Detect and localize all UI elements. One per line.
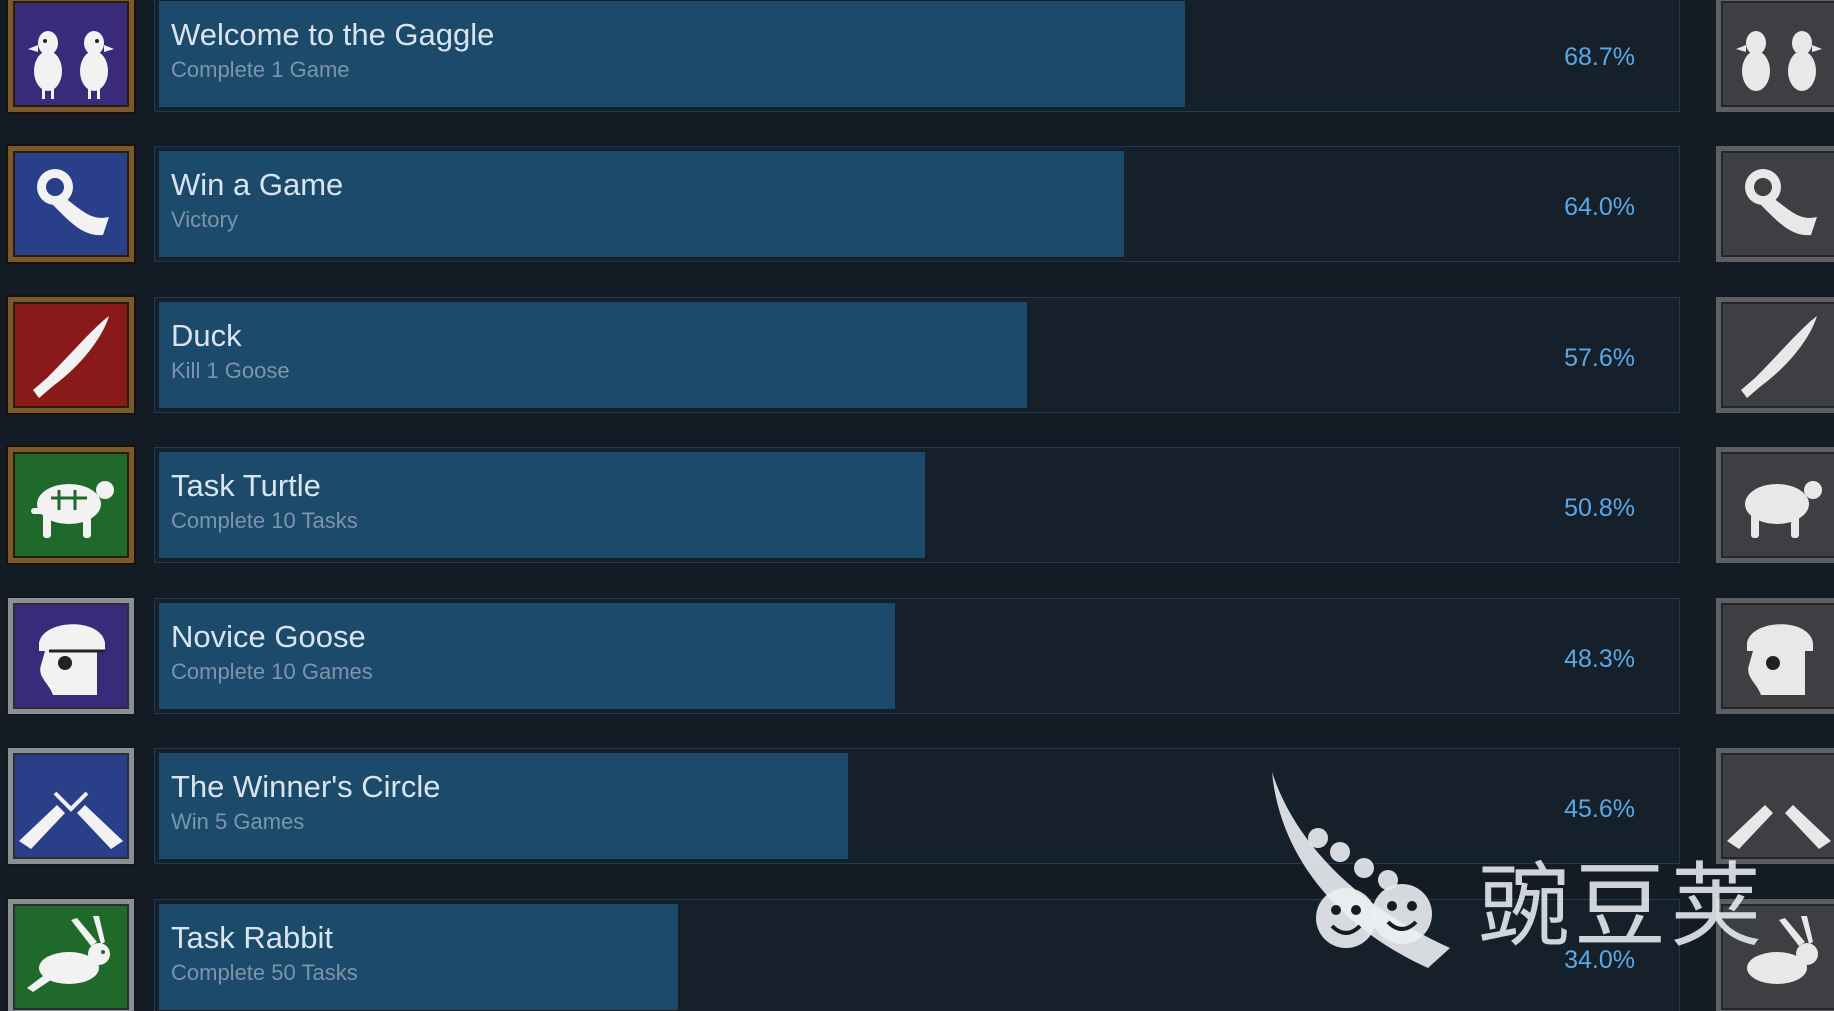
two-geese-icon xyxy=(1736,31,1822,91)
achievement-percent: 64.0% xyxy=(1564,193,1635,221)
achievement-row: Win a Game Victory 64.0% xyxy=(0,146,1834,276)
achievement-icon-frame xyxy=(8,297,134,413)
achievement-progress-box: Task Turtle Complete 10 Tasks 50.8% xyxy=(154,447,1680,563)
achievement-percent: 48.3% xyxy=(1564,645,1635,673)
achievement-locked-icon-frame xyxy=(1716,598,1834,714)
achievement-description: Kill 1 Goose xyxy=(171,358,290,383)
rabbit-icon xyxy=(27,916,110,992)
achievement-description: Complete 10 Tasks xyxy=(171,508,358,533)
turtle-icon xyxy=(1745,481,1822,538)
turtle-icon xyxy=(31,481,114,538)
achievement-description: Victory xyxy=(171,207,238,232)
achievement-locked-icon-frame xyxy=(1716,297,1834,413)
knife-icon xyxy=(1741,316,1817,398)
achievement-locked-icon-frame xyxy=(1716,447,1834,563)
achievement-icon-frame xyxy=(8,748,134,864)
achievement-icon-frame xyxy=(8,447,134,563)
knife-icon xyxy=(33,316,109,398)
achievement-row: Welcome to the Gaggle Complete 1 Game 68… xyxy=(0,0,1834,126)
achievement-locked-icon-frame xyxy=(1716,146,1834,262)
ribbon-icon xyxy=(37,169,109,236)
achievement-progress-box: Novice Goose Complete 10 Games 48.3% xyxy=(154,598,1680,714)
two-geese-icon xyxy=(28,31,114,99)
achievement-percent: 57.6% xyxy=(1564,344,1635,372)
achievement-row: Task Turtle Complete 10 Tasks 50.8% xyxy=(0,447,1834,577)
achievement-description: Complete 1 Game xyxy=(171,57,350,82)
watermark-text: 豌豆荚 xyxy=(1478,853,1767,960)
achievements-stats-page: { "achievements": [ {"name": "Welcome to… xyxy=(0,0,1834,1011)
achievement-name: Novice Goose xyxy=(171,619,366,654)
goose-helmet-icon xyxy=(39,624,105,695)
achievement-row: Duck Kill 1 Goose 57.6% xyxy=(0,297,1834,427)
achievement-icon-frame xyxy=(8,0,134,112)
achievement-name: Welcome to the Gaggle xyxy=(171,17,495,52)
ribbon-icon xyxy=(1745,169,1817,236)
achievement-progress-fill xyxy=(159,302,1027,408)
achievement-name: Task Rabbit xyxy=(171,920,333,955)
goose-helmet-icon xyxy=(1747,624,1813,695)
achievement-icon-frame xyxy=(8,899,134,1011)
achievement-name: The Winner's Circle xyxy=(171,769,441,804)
cheers-icon xyxy=(19,791,123,849)
achievement-percent: 68.7% xyxy=(1564,43,1635,71)
achievement-description: Complete 50 Tasks xyxy=(171,960,358,985)
achievement-row: Novice Goose Complete 10 Games 48.3% xyxy=(0,598,1834,728)
achievement-description: Win 5 Games xyxy=(171,809,305,834)
achievement-locked-icon-frame xyxy=(1716,0,1834,112)
achievement-icon-frame xyxy=(8,146,134,262)
achievement-description: Complete 10 Games xyxy=(171,659,373,684)
achievement-icon-frame xyxy=(8,598,134,714)
achievement-name: Duck xyxy=(171,318,242,353)
achievement-progress-box: Win a Game Victory 64.0% xyxy=(154,146,1680,262)
achievement-progress-box: Duck Kill 1 Goose 57.6% xyxy=(154,297,1680,413)
achievement-progress-box: Welcome to the Gaggle Complete 1 Game 68… xyxy=(154,0,1680,112)
achievement-percent: 50.8% xyxy=(1564,494,1635,522)
achievement-name: Win a Game xyxy=(171,167,344,202)
achievement-name: Task Turtle xyxy=(171,468,321,503)
